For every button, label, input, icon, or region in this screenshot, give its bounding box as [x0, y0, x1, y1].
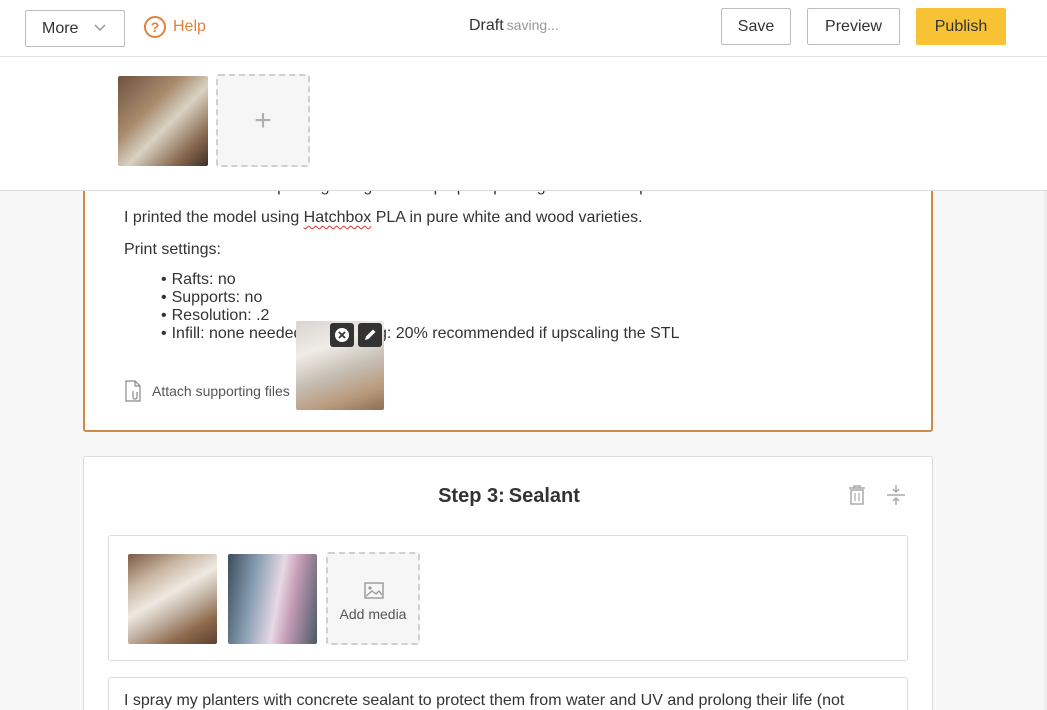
edit-media-button[interactable] [358, 323, 382, 347]
file-attach-icon [125, 380, 141, 402]
add-media-tile[interactable]: + [216, 74, 310, 167]
add-media-label: Add media [339, 606, 407, 622]
save-button[interactable]: Save [721, 8, 791, 45]
text-segment: PLA in pure white and wood varieties. [371, 209, 643, 226]
add-media-button[interactable]: Add media [326, 552, 420, 645]
media-thumbnail-planters[interactable] [128, 554, 217, 644]
media-thumbnail-sealant-spray[interactable] [228, 554, 317, 644]
publish-button[interactable]: Publish [916, 8, 1006, 45]
plus-icon: + [254, 103, 272, 137]
collapse-icon [887, 485, 905, 505]
help-icon: ? [144, 16, 166, 38]
delete-step-button[interactable] [846, 483, 868, 507]
preview-button[interactable]: Preview [807, 8, 900, 45]
saving-indicator: saving... [506, 17, 559, 33]
step-media-box: Add media [108, 535, 908, 661]
step-text-editor[interactable]: I spray my planters with concrete sealan… [108, 677, 908, 710]
list-item[interactable]: Supports: no [161, 289, 679, 307]
step-number: Step 3: [438, 485, 505, 507]
media-strip: + [0, 57, 1047, 191]
trash-icon [849, 485, 865, 505]
misspelled-word[interactable]: Hatchbox [304, 209, 372, 226]
list-item[interactable]: Rafts: no [161, 271, 679, 289]
step-card-active: I sliced the model for printing using Cu… [83, 150, 933, 432]
print-settings-list: Rafts: no Supports: no Resolution: .2 In… [161, 271, 680, 343]
attach-files-link[interactable]: Attach supporting files [124, 380, 290, 402]
more-dropdown-button[interactable]: More [25, 10, 125, 47]
remove-media-button[interactable] [330, 323, 354, 347]
collapse-step-button[interactable] [885, 483, 907, 507]
step-body-text: I spray my planters with concrete sealan… [124, 692, 845, 709]
help-link[interactable]: ? Help [144, 16, 206, 38]
print-settings-heading[interactable]: Print settings: [124, 241, 221, 259]
save-status: Draft saving... [469, 17, 559, 35]
image-icon [364, 582, 384, 599]
list-item[interactable]: Resolution: .2 [161, 307, 679, 325]
chevron-down-icon [94, 24, 106, 32]
pencil-icon [365, 329, 376, 340]
editor-toolbar: More ? Help Draft saving... Save Preview … [0, 0, 1047, 57]
more-label: More [42, 19, 79, 37]
dragging-media-thumbnail[interactable] [296, 321, 384, 410]
step-title[interactable]: Step 3: Sealant [84, 485, 934, 508]
step-card: Step 3: Sealant Add media I spray my plan… [83, 456, 933, 710]
list-item[interactable]: Infill: none needed if upscaling: 20% re… [161, 325, 680, 343]
text-segment: I printed the model using [124, 209, 304, 226]
close-icon [335, 328, 349, 342]
step-text-line-printed[interactable]: I printed the model using Hatchbox PLA i… [124, 209, 643, 227]
attach-label: Attach supporting files [152, 383, 290, 399]
media-thumbnail-succulents[interactable] [118, 76, 208, 166]
help-label: Help [173, 18, 206, 35]
draft-label: Draft [469, 17, 504, 34]
step-title-text: Sealant [508, 485, 580, 507]
